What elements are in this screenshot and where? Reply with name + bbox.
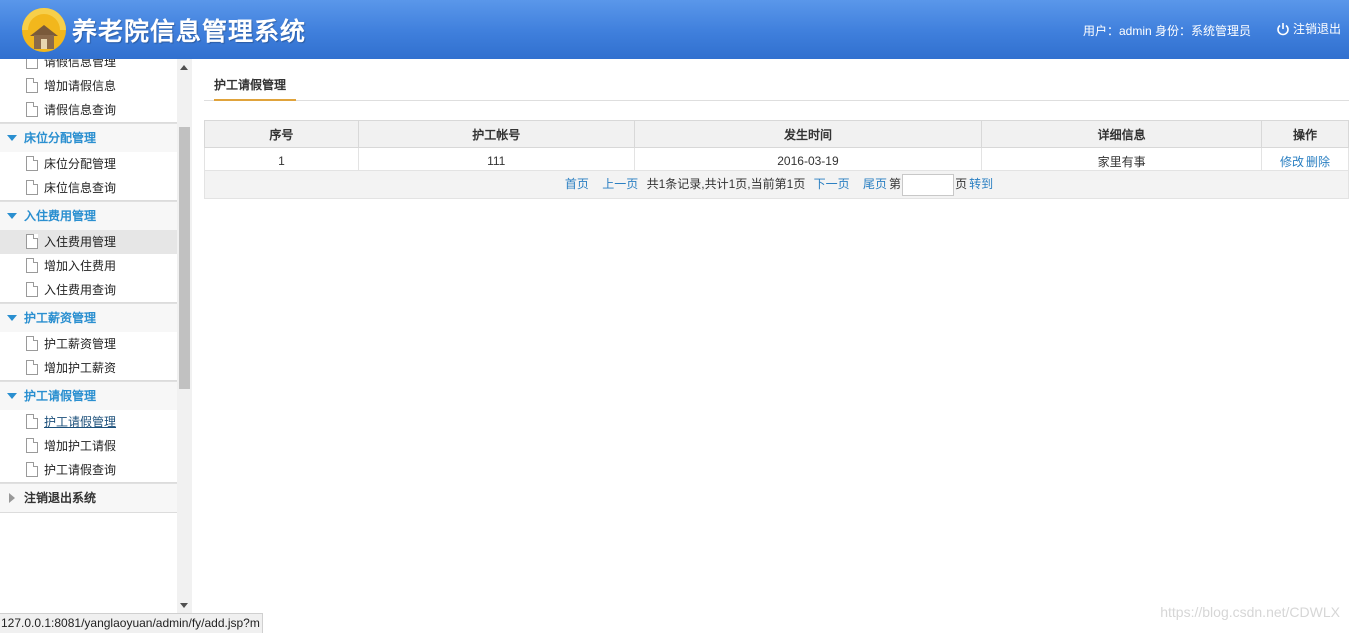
sidebar-scrollbar[interactable] xyxy=(177,59,192,613)
app-title: 养老院信息管理系统 xyxy=(72,17,307,46)
exit-system-link[interactable]: 注销退出系统 xyxy=(0,483,177,512)
user-info: 用户：admin 身份：系统管理员 xyxy=(1082,24,1251,38)
page-icon xyxy=(26,59,38,69)
page-icon xyxy=(26,414,38,429)
sidebar-item-nurse-leave-query[interactable]: 护工请假查询 xyxy=(0,458,177,482)
next-page-link[interactable]: 下一页 xyxy=(814,177,850,191)
expand-arrow-icon xyxy=(7,135,17,141)
column-header-no: 序号 xyxy=(204,120,359,148)
group-title-nurse-leave[interactable]: 护工请假管理 xyxy=(0,381,177,410)
menu-group-nurse-leave: 护工请假管理 护工请假管理 增加护工请假 护工请假查询 xyxy=(0,381,177,483)
scroll-thumb[interactable] xyxy=(179,127,190,389)
pagination-bar: 首页 上一页 共1条记录,共计1页,当前第1页 下一页 尾页第 页转到 xyxy=(204,170,1349,199)
logout-button[interactable]: 注销退出 xyxy=(1276,20,1341,37)
table-header-row: 序号 护工帐号 发生时间 详细信息 操作 xyxy=(204,120,1349,148)
menu-group-salary: 护工薪资管理 护工薪资管理 增加护工薪资 xyxy=(0,303,177,381)
scroll-up-arrow-icon[interactable] xyxy=(180,65,188,70)
sidebar-item-salary-add[interactable]: 增加护工薪资 xyxy=(0,356,177,380)
house-sun-logo-icon xyxy=(22,8,66,52)
page-icon xyxy=(26,102,38,117)
sidebar-item-fee-add[interactable]: 增加入住费用 xyxy=(0,254,177,278)
sidebar-menu: 请假信息管理 增加请假信息 请假信息查询 床位分配管理 床位分配管理 床位信息查… xyxy=(0,59,178,613)
scroll-down-arrow-icon[interactable] xyxy=(180,603,188,608)
page-icon xyxy=(26,78,38,93)
page-icon xyxy=(26,234,38,249)
page-icon xyxy=(26,438,38,453)
sidebar-item-nurse-leave-manage[interactable]: 护工请假管理 xyxy=(0,410,177,434)
menu-group-exit: 注销退出系统 xyxy=(0,483,177,513)
menu-group-leave: 请假信息管理 增加请假信息 请假信息查询 xyxy=(0,59,177,123)
top-header: 养老院信息管理系统 用户：admin 身份：系统管理员 注销退出 xyxy=(0,0,1349,59)
sidebar-item-salary-manage[interactable]: 护工薪资管理 xyxy=(0,332,177,356)
sidebar-item-fee-manage[interactable]: 入住费用管理 xyxy=(0,230,177,254)
menu-group-fee: 入住费用管理 入住费用管理 增加入住费用 入住费用查询 xyxy=(0,201,177,303)
expand-arrow-icon xyxy=(7,393,17,399)
column-header-account: 护工帐号 xyxy=(357,120,635,148)
page-icon xyxy=(26,282,38,297)
collapsed-arrow-icon xyxy=(9,493,15,503)
group-title-salary[interactable]: 护工薪资管理 xyxy=(0,303,177,332)
page-number-input[interactable] xyxy=(902,173,955,196)
sidebar-item-leave-add[interactable]: 增加请假信息 xyxy=(0,74,177,98)
power-icon xyxy=(1277,22,1289,35)
page-prefix-label: 第 xyxy=(889,177,902,191)
tab-nurse-leave-manage[interactable]: 护工请假管理 xyxy=(214,76,296,101)
page-icon xyxy=(26,336,38,351)
tab-bar: 护工请假管理 xyxy=(204,59,1349,101)
sidebar-item-bed-manage[interactable]: 床位分配管理 xyxy=(0,152,177,176)
leave-table: 序号 护工帐号 发生时间 详细信息 操作 1 111 2016-03-19 家里… xyxy=(204,120,1349,175)
expand-arrow-icon xyxy=(7,213,17,219)
sidebar-item-leave-query[interactable]: 请假信息查询 xyxy=(0,98,177,122)
page-icon xyxy=(26,462,38,477)
edit-link[interactable]: 修改 xyxy=(1280,155,1304,169)
prev-page-link[interactable]: 上一页 xyxy=(602,177,638,191)
page-icon xyxy=(26,180,38,195)
status-bar-url: 127.0.0.1:8081/yanglaoyuan/admin/fy/add.… xyxy=(0,613,263,633)
logout-label: 注销退出 xyxy=(1292,22,1341,36)
goto-page-link[interactable]: 转到 xyxy=(969,177,993,191)
page-icon xyxy=(26,156,38,171)
first-page-link[interactable]: 首页 xyxy=(565,177,589,191)
column-header-actions: 操作 xyxy=(1261,120,1349,148)
watermark-text: https://blog.csdn.net/CDWLX xyxy=(1160,604,1340,620)
sidebar-item-leave-manage[interactable]: 请假信息管理 xyxy=(0,59,177,74)
page-icon xyxy=(26,360,38,375)
delete-link[interactable]: 删除 xyxy=(1306,155,1330,169)
column-header-date: 发生时间 xyxy=(633,120,983,148)
group-title-bed[interactable]: 床位分配管理 xyxy=(0,123,177,152)
group-title-fee[interactable]: 入住费用管理 xyxy=(0,201,177,230)
expand-arrow-icon xyxy=(7,315,17,321)
menu-group-bed: 床位分配管理 床位分配管理 床位信息查询 xyxy=(0,123,177,201)
sidebar-item-bed-query[interactable]: 床位信息查询 xyxy=(0,176,177,200)
sidebar-item-nurse-leave-add[interactable]: 增加护工请假 xyxy=(0,434,177,458)
page-suffix-label: 页 xyxy=(955,177,968,191)
sidebar-item-fee-query[interactable]: 入住费用查询 xyxy=(0,278,177,302)
column-header-detail: 详细信息 xyxy=(981,120,1263,148)
page-icon xyxy=(26,258,38,273)
last-page-link[interactable]: 尾页 xyxy=(863,177,887,191)
pager-summary: 共1条记录,共计1页,当前第1页 xyxy=(646,177,806,191)
